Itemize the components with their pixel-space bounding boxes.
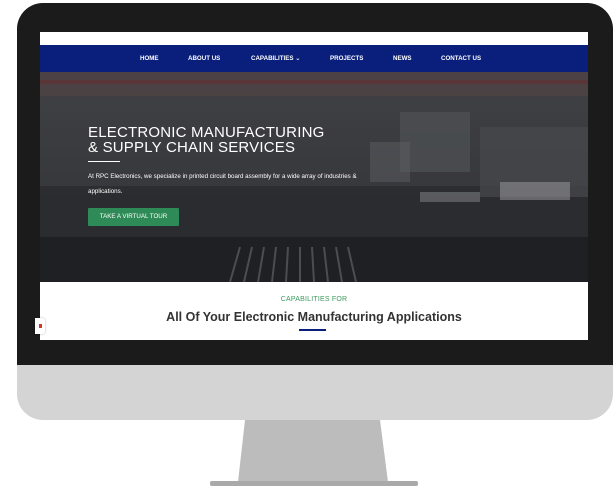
nav-about-us[interactable]: ABOUT US bbox=[188, 45, 220, 72]
capabilities-eyebrow: CAPABILITIES FOR bbox=[280, 296, 348, 303]
hero-title: ELECTRONIC MANUFACTURING & SUPPLY CHAIN … bbox=[88, 125, 324, 155]
nav-projects[interactable]: PROJECTS bbox=[330, 45, 363, 72]
nav-home[interactable]: HOME bbox=[140, 45, 159, 72]
virtual-tour-button[interactable]: TAKE A VIRTUAL TOUR bbox=[88, 208, 179, 226]
hero-divider bbox=[88, 161, 120, 162]
hero-description: At RPC Electronics, we specialize in pri… bbox=[88, 173, 357, 195]
capabilities-title: All Of Your Electronic Manufacturing App… bbox=[166, 310, 462, 324]
top-bar bbox=[40, 32, 588, 45]
side-widget-icon bbox=[39, 324, 42, 328]
hero-title-line-2: & SUPPLY CHAIN SERVICES bbox=[88, 139, 296, 156]
nav-capabilities[interactable]: CAPABILITIES ⌄ bbox=[251, 45, 300, 72]
stand-neck bbox=[238, 420, 388, 482]
nav-news[interactable]: NEWS bbox=[393, 45, 412, 72]
side-widget-tab[interactable] bbox=[35, 318, 45, 334]
nav-contact-us[interactable]: CONTACT US bbox=[441, 45, 481, 72]
website-screen: HOME ABOUT US CAPABILITIES ⌄ PROJECTS NE… bbox=[40, 32, 588, 340]
hero-banner: ELECTRONIC MANUFACTURING & SUPPLY CHAIN … bbox=[40, 72, 588, 282]
capabilities-underline bbox=[299, 329, 326, 331]
stand-base bbox=[210, 481, 418, 486]
main-nav: HOME ABOUT US CAPABILITIES ⌄ PROJECTS NE… bbox=[40, 45, 588, 72]
